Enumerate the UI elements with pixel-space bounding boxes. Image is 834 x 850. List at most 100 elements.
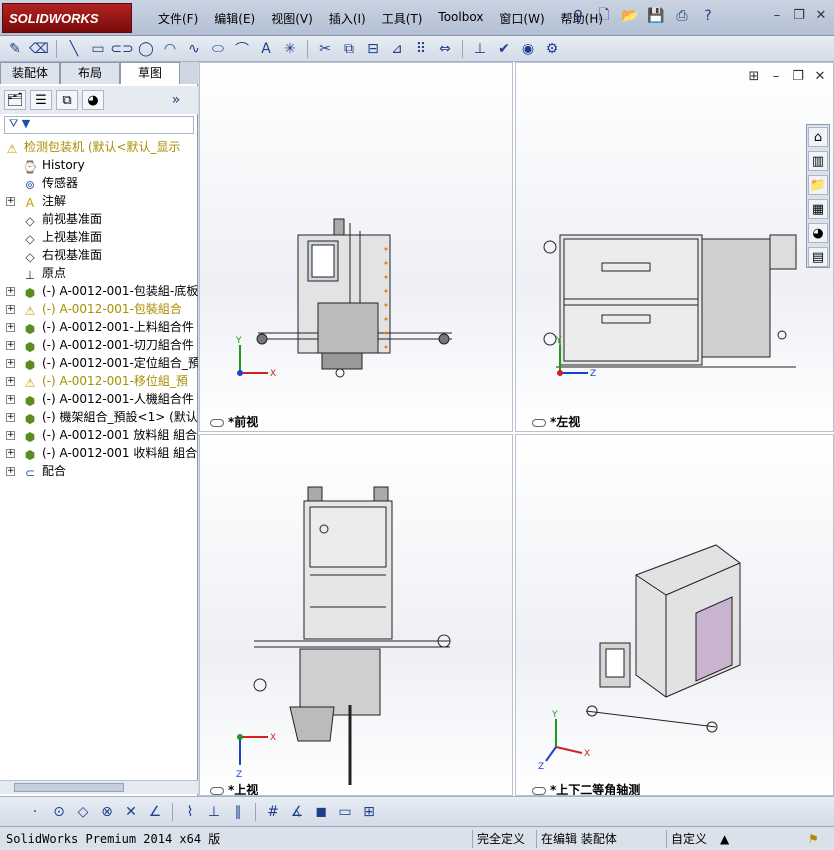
menu-file[interactable]: 文件(F) <box>150 8 206 30</box>
tree-node[interactable]: ⬢ (-) A-0012-001-定位組合_預 <box>22 354 198 372</box>
menu-insert[interactable]: 插入(I) <box>321 8 374 30</box>
menu-toolbox[interactable]: Toolbox <box>430 8 491 30</box>
trim-icon[interactable]: ✂ <box>314 39 336 59</box>
tree-expand-toggle[interactable]: + <box>6 377 15 386</box>
tree-expand-toggle[interactable]: + <box>6 395 15 404</box>
viewport-minimize-icon[interactable]: – <box>767 67 785 85</box>
quadrant-icon[interactable]: ⊗ <box>96 802 118 822</box>
tree-node[interactable]: A 注解 <box>22 192 66 210</box>
units-selector[interactable]: 自定义 <box>666 830 707 848</box>
point-icon[interactable]: ✳ <box>279 39 301 59</box>
help-icon[interactable]: ? <box>698 6 718 26</box>
appearances-icon[interactable]: ◕ <box>808 223 828 243</box>
rebuild-icon[interactable]: ⚑ <box>808 830 819 848</box>
tab-assembly[interactable]: 装配体 <box>0 62 60 84</box>
arc-icon[interactable]: ◠ <box>159 39 181 59</box>
tree-node[interactable]: ⊚ 传感器 <box>22 174 78 192</box>
tree-node[interactable]: ⬢ (-) A-0012-001-上料組合件 <box>22 318 194 336</box>
convert-entities-icon[interactable]: ⧉ <box>338 39 360 59</box>
tree-node[interactable]: ⊂ 配合 <box>22 462 66 480</box>
eraser-icon[interactable]: ⌫ <box>28 39 50 59</box>
repair-sketch-icon[interactable]: ✔ <box>493 39 515 59</box>
tab-sketch[interactable]: 草图 <box>120 62 180 84</box>
tree-node[interactable]: ⬢ (-) 機架組合_預設<1> (默认 <box>22 408 198 426</box>
open-icon[interactable]: 📂 <box>620 6 640 26</box>
tree-expand-toggle[interactable]: + <box>6 359 15 368</box>
tree-node[interactable]: ⊥ 原点 <box>22 264 66 282</box>
tree-expand-toggle[interactable]: + <box>6 431 15 440</box>
feature-tree-icon[interactable]: 🗂 <box>4 90 26 110</box>
slot-icon[interactable]: ⊂⊃ <box>110 39 133 59</box>
circle-icon[interactable]: ◯ <box>135 39 157 59</box>
close-icon[interactable]: ✕ <box>812 6 830 24</box>
viewport-link-icon[interactable]: ⊞ <box>745 67 763 85</box>
parallel-icon[interactable]: ∥ <box>227 802 249 822</box>
display-manager-icon[interactable]: ◕ <box>82 90 104 110</box>
tab-layout[interactable]: 布局 <box>60 62 120 84</box>
perpendicular-icon[interactable]: ⊥ <box>203 802 225 822</box>
instant2d-icon[interactable]: ⚙ <box>541 39 563 59</box>
tree-expand-toggle[interactable]: + <box>6 197 15 206</box>
tree-filter[interactable]: ⛛ ▼ <box>4 116 194 134</box>
move-entities-icon[interactable]: ⇔ <box>434 39 456 59</box>
midpoint-icon[interactable]: ◇ <box>72 802 94 822</box>
ellipse-icon[interactable]: ⬭ <box>207 39 229 59</box>
tree-node[interactable]: ⚠ (-) A-0012-001-移位組_預 <box>22 372 188 390</box>
tree-node[interactable]: ⬢ (-) A-0012-001 放料組 組合 <box>22 426 197 444</box>
tree-node[interactable]: ⬢ (-) A-0012-001-包装組-底板 <box>22 282 198 300</box>
custom-properties-icon[interactable]: ▤ <box>808 247 828 267</box>
save-icon[interactable]: 💾 <box>646 6 666 26</box>
display-relations-icon[interactable]: ⊥ <box>469 39 491 59</box>
rectangle-icon[interactable]: ▭ <box>87 39 109 59</box>
center-point-icon[interactable]: ⊙ <box>48 802 70 822</box>
smart-dimension-icon[interactable]: ✎ <box>4 39 26 59</box>
rapid-sketch-icon[interactable]: ◉ <box>517 39 539 59</box>
property-manager-icon[interactable]: ☰ <box>30 90 52 110</box>
viewport-restore-icon[interactable]: ❐ <box>789 67 807 85</box>
tree-node[interactable]: ⬢ (-) A-0012-001-人機組合件 <box>22 390 194 408</box>
linear-pattern-icon[interactable]: ⠿ <box>410 39 432 59</box>
view-palette-icon[interactable]: ▦ <box>808 199 828 219</box>
pin-icon[interactable]: ⚲ <box>568 6 588 26</box>
mirror-icon[interactable]: ⊿ <box>386 39 408 59</box>
tree-expand-toggle[interactable]: + <box>6 305 15 314</box>
tree-node[interactable]: ⌚ History <box>22 156 85 174</box>
tree-node[interactable]: ⚠ (-) A-0012-001-包裝組合 <box>22 300 182 318</box>
viewport-close-icon[interactable]: ✕ <box>811 67 829 85</box>
tree-node[interactable]: ⚠ 检测包装机 (默认<默认_显示 <box>4 138 181 156</box>
viewport-left[interactable]: ⊞ – ❐ ✕ Y Z *左视 <box>515 62 834 432</box>
configuration-manager-icon[interactable]: ⧉ <box>56 90 78 110</box>
tree-expand-toggle[interactable]: + <box>6 413 15 422</box>
intersection-icon[interactable]: ✕ <box>120 802 142 822</box>
tree-node[interactable]: ⬢ (-) A-0012-001 收料組 組合 <box>22 444 197 462</box>
fillet-icon[interactable]: ⌒ <box>231 39 253 59</box>
tree-expand-toggle[interactable]: + <box>6 323 15 332</box>
tree-expand-toggle[interactable]: + <box>6 449 15 458</box>
tree-node[interactable]: ⬢ (-) A-0012-001-切刀組合件 <box>22 336 194 354</box>
spline-icon[interactable]: ∿ <box>183 39 205 59</box>
shaded-icon[interactable]: ◼ <box>310 802 332 822</box>
menu-window[interactable]: 窗口(W) <box>491 8 552 30</box>
chevron-right-icon[interactable]: » <box>166 90 186 110</box>
menu-edit[interactable]: 编辑(E) <box>206 8 263 30</box>
offset-icon[interactable]: ⊟ <box>362 39 384 59</box>
text-icon[interactable]: A <box>255 39 277 59</box>
wireframe-icon[interactable]: ▭ <box>334 802 356 822</box>
tree-node[interactable]: ◇ 上视基准面 <box>22 228 102 246</box>
print-icon[interactable]: ⎙ <box>672 6 692 26</box>
tree-node[interactable]: ◇ 右视基准面 <box>22 246 102 264</box>
tangent-icon[interactable]: ⌇ <box>179 802 201 822</box>
line-icon[interactable]: ╲ <box>63 39 85 59</box>
menu-tools[interactable]: 工具(T) <box>374 8 431 30</box>
tree-horizontal-scrollbar[interactable] <box>0 780 198 794</box>
tree-expand-toggle[interactable]: + <box>6 467 15 476</box>
angle-icon[interactable]: ∡ <box>286 802 308 822</box>
viewport-dimetric[interactable]: Y X Z *上下二等角轴测 <box>515 434 834 796</box>
file-explorer-icon[interactable]: 📁 <box>808 175 828 195</box>
four-view-icon[interactable]: ⊞ <box>358 802 380 822</box>
tree-node[interactable]: ◇ 前视基准面 <box>22 210 102 228</box>
graphics-area[interactable]: 🔍 ⊕ ↶ ⧈ ◫ ◧ ◎ ◕ ❃ ▤ <box>199 62 834 796</box>
tree-expand-toggle[interactable]: + <box>6 341 15 350</box>
viewport-top[interactable]: X Z *上视 <box>199 434 513 796</box>
nearest-icon[interactable]: ∠ <box>144 802 166 822</box>
